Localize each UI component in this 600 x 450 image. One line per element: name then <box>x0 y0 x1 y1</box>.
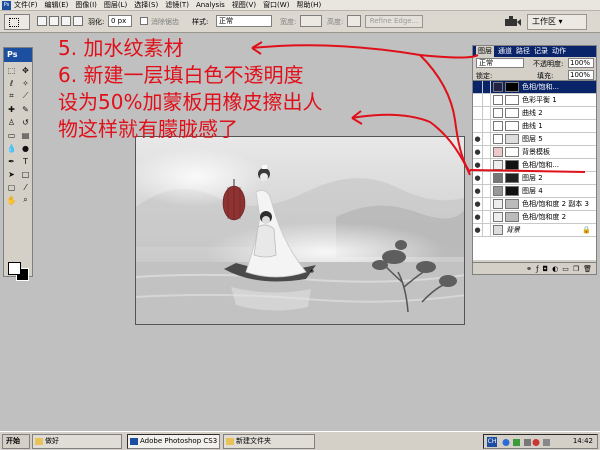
task-label: Adobe Photoshop CS3 E... <box>140 437 219 445</box>
folder-icon <box>226 438 234 445</box>
taskbar-new-folder[interactable]: 新建文件夹 <box>223 434 315 449</box>
folder-icon <box>35 438 43 445</box>
taskbar-folder-done[interactable]: 做好 <box>32 434 122 449</box>
clock: 14:42 <box>572 437 593 445</box>
annotation-arrows <box>251 41 586 176</box>
task-label: 新建文件夹 <box>236 437 271 445</box>
start-label: 开始 <box>6 437 20 445</box>
taskbar: 开始 做好 Adobe Photoshop CS3 E... 新建文件夹 CH … <box>0 431 600 450</box>
taskbar-photoshop[interactable]: Adobe Photoshop CS3 E... <box>127 434 220 449</box>
photoshop-icon <box>130 438 138 445</box>
start-button[interactable]: 开始 <box>2 434 30 449</box>
task-label: 做好 <box>45 437 59 445</box>
tray-icons[interactable] <box>502 438 572 449</box>
ime-indicator[interactable]: CH <box>487 437 497 447</box>
system-tray: CH 14:42 <box>483 434 598 449</box>
